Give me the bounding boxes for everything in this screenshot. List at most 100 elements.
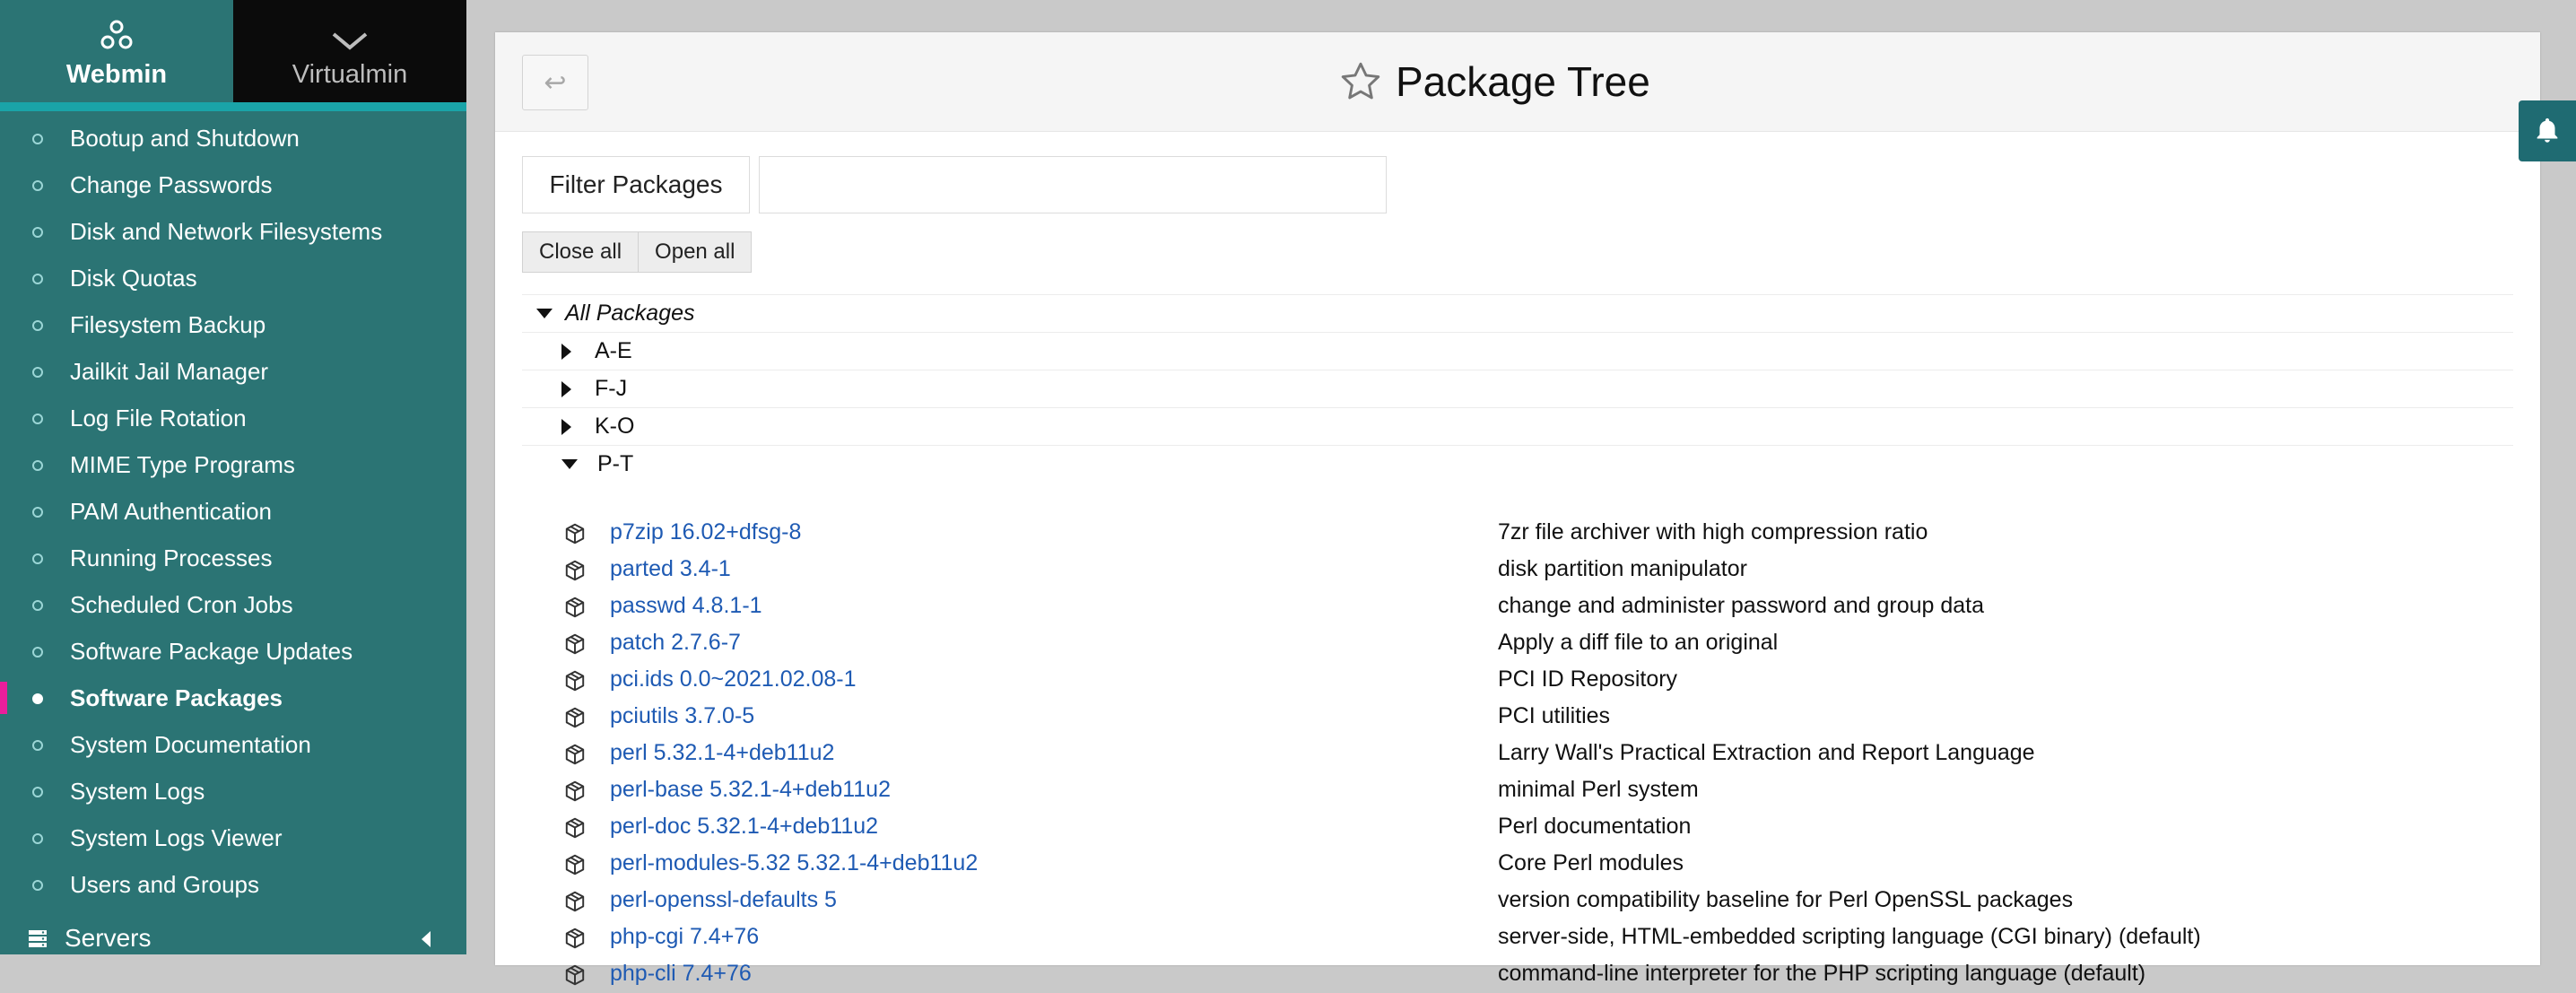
bullet-icon	[32, 787, 43, 797]
package-box-icon	[563, 632, 587, 662]
notifications-button[interactable]	[2519, 100, 2576, 161]
sidebar-item-label: Users and Groups	[70, 870, 259, 898]
sidebar-item-label: MIME Type Programs	[70, 450, 295, 478]
sidebar-section-servers[interactable]: Servers	[0, 919, 466, 954]
sidebar-item[interactable]: System Logs	[0, 768, 466, 814]
package-description: minimal Perl system	[1498, 777, 1699, 802]
filter-input[interactable]	[759, 156, 1387, 213]
sidebar-item[interactable]: Running Processes	[0, 535, 466, 581]
tree-group[interactable]: P-T	[522, 445, 2513, 483]
package-box-icon	[563, 706, 587, 736]
bullet-icon	[32, 134, 43, 144]
tree-group-label: F-J	[595, 376, 628, 401]
back-button[interactable]: ↩	[522, 55, 588, 110]
expanded-triangle-icon	[536, 309, 553, 318]
page-header: ↩ Package Tree	[495, 32, 2540, 132]
package-description: Apply a diff file to an original	[1498, 630, 1779, 655]
package-row: php-cli 7.4+76 command-line interpreter f…	[522, 956, 2513, 993]
tree-group[interactable]: K-O	[522, 407, 2513, 445]
brand-tabs: Webmin Virtualmin	[0, 0, 466, 102]
package-box-icon	[563, 743, 587, 772]
close-all-button[interactable]: Close all	[522, 231, 640, 273]
tree-group-label: A-E	[595, 338, 632, 363]
sidebar-item[interactable]: System Logs Viewer	[0, 814, 466, 861]
bullet-icon	[32, 227, 43, 238]
sidebar-item[interactable]: Scheduled Cron Jobs	[0, 581, 466, 628]
bullet-icon	[32, 274, 43, 284]
bullet-icon	[32, 507, 43, 518]
sidebar-item[interactable]: Disk and Network Filesystems	[0, 208, 466, 255]
package-link[interactable]: patch 2.7.6-7	[610, 630, 741, 656]
package-link[interactable]: php-cli 7.4+76	[610, 961, 752, 987]
sidebar-item[interactable]: PAM Authentication	[0, 488, 466, 535]
sidebar-item-label: Change Passwords	[70, 170, 273, 198]
package-link[interactable]: passwd 4.8.1-1	[610, 593, 762, 619]
sidebar-item[interactable]: Users and Groups	[0, 861, 466, 908]
package-link[interactable]: perl-modules-5.32 5.32.1-4+deb11u2	[610, 850, 978, 876]
sidebar-item-label: Disk Quotas	[70, 264, 197, 292]
package-list: p7zip 16.02+dfsg-8 7zr file archiver with…	[522, 515, 2513, 993]
sidebar-item[interactable]: Software Packages	[0, 675, 466, 721]
package-box-icon	[563, 596, 587, 625]
brand-strip	[0, 102, 466, 111]
bullet-icon	[32, 600, 43, 611]
bullet-icon	[32, 320, 43, 331]
sidebar-item[interactable]: Bootup and Shutdown	[0, 115, 466, 161]
package-row: pci.ids 0.0~2021.02.08-1 PCI ID Repositor…	[522, 662, 2513, 699]
package-link[interactable]: pci.ids 0.0~2021.02.08-1	[610, 666, 857, 692]
sidebar-item[interactable]: Software Package Updates	[0, 628, 466, 675]
sidebar-item-label: Software Packages	[70, 684, 283, 711]
collapse-caret-icon[interactable]	[422, 931, 431, 947]
package-link[interactable]: perl 5.32.1-4+deb11u2	[610, 740, 834, 766]
tree-root[interactable]: All Packages	[522, 294, 2513, 332]
sidebar-item[interactable]: Jailkit Jail Manager	[0, 348, 466, 395]
bell-icon	[2537, 118, 2558, 143]
tab-webmin[interactable]: Webmin	[0, 0, 233, 102]
tab-virtualmin[interactable]: Virtualmin	[233, 0, 466, 102]
package-description: PCI utilities	[1498, 703, 1611, 728]
tree-group[interactable]: F-J	[522, 370, 2513, 407]
package-box-icon	[563, 816, 587, 846]
package-description: disk partition manipulator	[1498, 556, 1747, 581]
tree-group-label: K-O	[595, 414, 635, 439]
tree-root-label: All Packages	[565, 301, 695, 326]
sidebar-item[interactable]: Disk Quotas	[0, 255, 466, 301]
package-link[interactable]: pciutils 3.7.0-5	[610, 703, 754, 729]
sidebar-item-label: Disk and Network Filesystems	[70, 217, 383, 245]
sidebar-item-label: Log File Rotation	[70, 404, 247, 431]
sidebar-item[interactable]: System Documentation	[0, 721, 466, 768]
sidebar-item[interactable]: MIME Type Programs	[0, 441, 466, 488]
collapsed-triangle-icon	[561, 343, 571, 360]
sidebar-item[interactable]: Filesystem Backup	[0, 301, 466, 348]
server-icon	[29, 930, 47, 947]
sidebar-item-label: System Logs Viewer	[70, 823, 283, 851]
package-row: perl 5.32.1-4+deb11u2 Larry Wall's Practi…	[522, 736, 2513, 772]
active-marker	[0, 682, 7, 714]
bullet-icon	[32, 367, 43, 378]
package-box-icon	[563, 927, 587, 956]
sidebar-item[interactable]: Log File Rotation	[0, 395, 466, 441]
bullet-icon	[32, 880, 43, 891]
package-link[interactable]: perl-doc 5.32.1-4+deb11u2	[610, 814, 878, 840]
package-row: passwd 4.8.1-1 change and administer pass…	[522, 588, 2513, 625]
package-link[interactable]: parted 3.4-1	[610, 556, 731, 582]
package-link[interactable]: perl-base 5.32.1-4+deb11u2	[610, 777, 891, 803]
sidebar-item[interactable]: Change Passwords	[0, 161, 466, 208]
open-all-button[interactable]: Open all	[639, 231, 753, 273]
page-title: Package Tree	[1396, 58, 1650, 105]
bullet-icon	[32, 460, 43, 471]
package-link[interactable]: perl-openssl-defaults 5	[610, 887, 837, 913]
sidebar-section-label: Servers	[65, 924, 152, 952]
virtualmin-logo-icon	[332, 32, 368, 50]
tree-group[interactable]: A-E	[522, 332, 2513, 370]
package-row: perl-doc 5.32.1-4+deb11u2 Perl documentat…	[522, 809, 2513, 846]
sidebar-item-label: Software Package Updates	[70, 637, 353, 665]
bullet-icon	[32, 693, 43, 704]
package-row: perl-base 5.32.1-4+deb11u2 minimal Perl s…	[522, 772, 2513, 809]
package-link[interactable]: p7zip 16.02+dfsg-8	[610, 519, 801, 545]
package-row: patch 2.7.6-7 Apply a diff file to an ori…	[522, 625, 2513, 662]
package-link[interactable]: php-cgi 7.4+76	[610, 924, 759, 950]
package-description: Perl documentation	[1498, 814, 1692, 839]
star-outline-icon[interactable]	[1338, 59, 1383, 104]
package-row: perl-openssl-defaults 5 version compatibi…	[522, 883, 2513, 919]
